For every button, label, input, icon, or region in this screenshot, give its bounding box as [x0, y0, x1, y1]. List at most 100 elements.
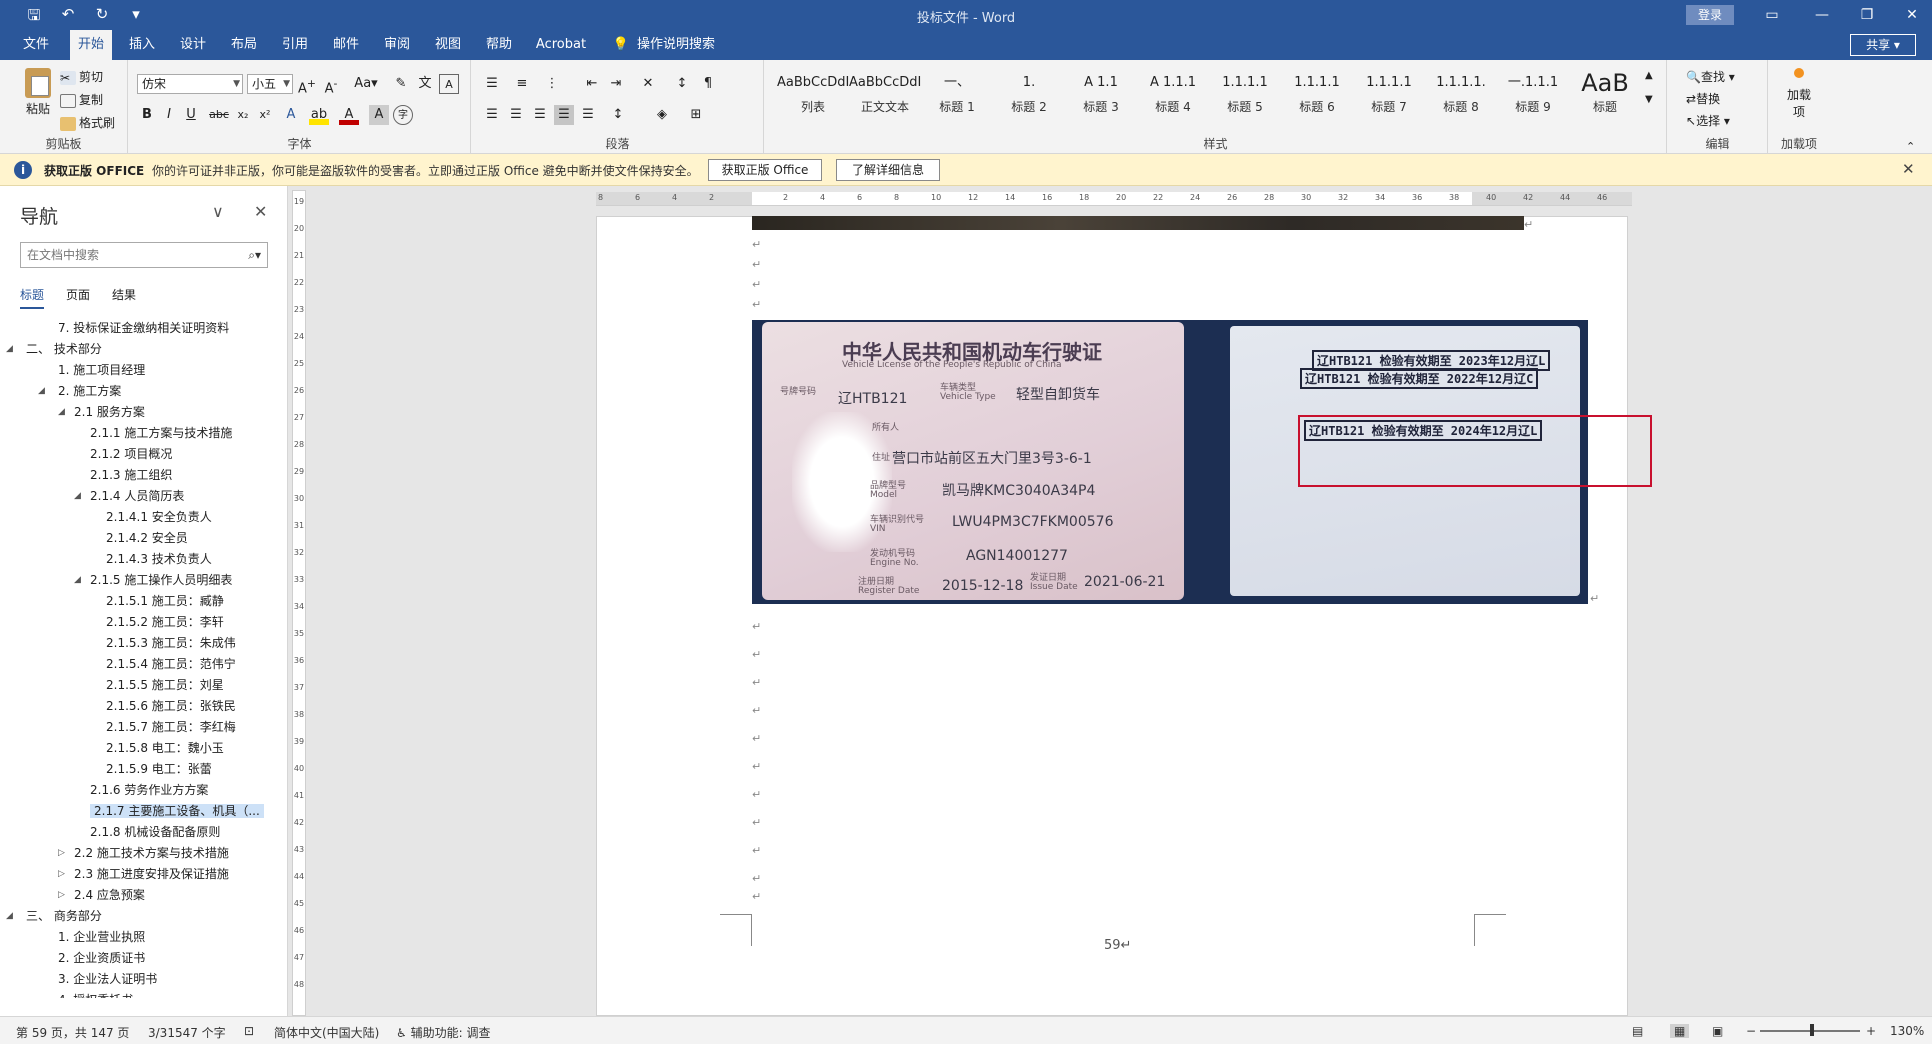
nav-tree-item[interactable]: 2.1.5.7 施工员：李红梅: [106, 717, 236, 737]
style-item[interactable]: 1. 标题 2: [993, 68, 1065, 130]
nav-tab-pages[interactable]: 页面: [66, 286, 90, 309]
paste-button[interactable]: 粘贴: [18, 68, 58, 117]
clear-formatting-icon[interactable]: ✎: [391, 74, 411, 94]
cut-button[interactable]: ✂ 剪切: [60, 68, 103, 85]
copy-button[interactable]: 复制: [60, 91, 103, 108]
read-mode-icon[interactable]: ▤: [1632, 1024, 1643, 1038]
print-layout-icon[interactable]: ▦: [1670, 1024, 1690, 1038]
nav-tree-item[interactable]: 2.1.5.6 施工员：张铁民: [106, 696, 236, 716]
search-icon[interactable]: ⌕▾: [248, 243, 261, 267]
italic-icon[interactable]: I: [159, 105, 179, 125]
distributed-icon[interactable]: ☰: [578, 105, 598, 125]
styles-scroll-up-icon[interactable]: ▲: [1645, 70, 1653, 81]
tab-layout[interactable]: 布局: [226, 30, 262, 60]
nav-tree-item[interactable]: ◢ 三、 商务部分: [6, 906, 102, 926]
tab-help[interactable]: 帮助: [481, 30, 517, 60]
nav-tree-item[interactable]: ◢ 二、 技术部分: [6, 339, 102, 359]
tab-insert[interactable]: 插入: [124, 30, 160, 60]
nav-tree-item[interactable]: 2.1.5.9 电工：张蕾: [106, 759, 212, 779]
highlight-color-icon[interactable]: ab: [309, 105, 329, 125]
character-shading-icon[interactable]: A: [369, 105, 389, 125]
select-button[interactable]: ↖选择 ▾: [1686, 112, 1730, 129]
strikethrough-icon[interactable]: abc: [209, 105, 229, 125]
collapse-icon[interactable]: ◢: [74, 486, 86, 506]
get-genuine-office-button[interactable]: 获取正版 Office: [708, 159, 822, 181]
decrease-indent-icon[interactable]: ⇤: [582, 74, 602, 94]
align-left-icon[interactable]: ☰: [482, 105, 502, 125]
nav-tab-headings[interactable]: 标题: [20, 286, 45, 309]
subscript-icon[interactable]: x₂: [233, 105, 253, 125]
nav-tree-item[interactable]: ◢ 2.1.4 人员简历表: [74, 486, 184, 506]
zoom-slider-thumb[interactable]: [1810, 1024, 1814, 1036]
bullets-icon[interactable]: ☰: [482, 74, 502, 94]
tell-me-search[interactable]: 操作说明搜索: [636, 30, 716, 60]
style-item[interactable]: 1.1.1.1 标题 7: [1353, 68, 1425, 130]
addins-button[interactable]: 加载项: [1783, 66, 1815, 120]
multilevel-list-icon[interactable]: ⋮: [542, 74, 562, 94]
style-item[interactable]: 一.1.1.1 标题 9: [1497, 68, 1569, 130]
nav-tree-item[interactable]: 2.1.4.2 安全员: [106, 528, 188, 548]
close-window-icon[interactable]: ✕: [1900, 4, 1924, 26]
nav-tree-item[interactable]: ▷ 2.4 应急预案: [58, 885, 145, 905]
login-button[interactable]: 登录: [1686, 5, 1734, 25]
line-spacing-icon[interactable]: ↕: [608, 105, 628, 125]
align-center-icon[interactable]: ☰: [506, 105, 526, 125]
nav-tree-item[interactable]: 2.1.6 劳务作业方方案: [90, 780, 208, 800]
expand-icon[interactable]: ▷: [58, 864, 70, 884]
font-size-combo[interactable]: 小五 ▼: [247, 74, 293, 94]
bold-icon[interactable]: B: [137, 105, 157, 125]
align-right-icon[interactable]: ☰: [530, 105, 550, 125]
nav-tree-item[interactable]: ◢ 2.1.5 施工操作人员明细表: [74, 570, 232, 590]
expand-icon[interactable]: ▷: [58, 843, 70, 863]
nav-tree-item[interactable]: 1. 施工项目经理: [58, 360, 145, 380]
nav-tree-item[interactable]: ▷ 2.3 施工进度安排及保证措施: [58, 864, 229, 884]
nav-tree-item[interactable]: 2.1.5.2 施工员：李轩: [106, 612, 224, 632]
nav-tree-item[interactable]: 2.1.5.3 施工员：朱成伟: [106, 633, 236, 653]
chinese-layout-icon[interactable]: ✕: [638, 74, 658, 94]
character-border-icon[interactable]: A: [439, 74, 459, 94]
accessibility-status[interactable]: ♿ 辅助功能: 调查: [396, 1024, 490, 1041]
nav-tree-item[interactable]: 7. 投标保证金缴纳相关证明资料: [58, 318, 229, 338]
increase-indent-icon[interactable]: ⇥: [606, 74, 626, 94]
tab-file[interactable]: 文件: [18, 30, 54, 60]
nav-tree-item[interactable]: 2.1.5.4 施工员：范伟宁: [106, 654, 236, 674]
style-item[interactable]: AaBbCcDdI 列表: [777, 68, 849, 130]
nav-tree-item[interactable]: 2.1.2 项目概况: [90, 444, 172, 464]
style-item[interactable]: A 1.1 标题 3: [1065, 68, 1137, 130]
style-item[interactable]: 1.1.1.1 标题 6: [1281, 68, 1353, 130]
undo-icon[interactable]: ↶: [58, 5, 78, 30]
style-item[interactable]: 1.1.1.1. 标题 8: [1425, 68, 1497, 130]
learn-more-button[interactable]: 了解详细信息: [836, 159, 940, 181]
proofing-icon[interactable]: ⊡: [244, 1024, 254, 1038]
style-item[interactable]: AaB 标题: [1569, 68, 1641, 130]
replace-button[interactable]: ⇄替换: [1686, 90, 1720, 107]
zoom-in-icon[interactable]: +: [1866, 1024, 1876, 1038]
enclose-characters-icon[interactable]: 字: [393, 105, 413, 125]
underline-icon[interactable]: U: [181, 105, 201, 125]
expand-icon[interactable]: ▷: [58, 885, 70, 905]
collapse-icon[interactable]: ◢: [6, 339, 18, 359]
styles-more-icon[interactable]: ▼: [1645, 94, 1653, 105]
language[interactable]: 简体中文(中国大陆): [274, 1024, 379, 1041]
close-icon[interactable]: ✕: [254, 202, 267, 221]
style-item[interactable]: 一、 标题 1: [921, 68, 993, 130]
nav-tree-item[interactable]: 2.1.1 施工方案与技术措施: [90, 423, 232, 443]
ribbon-display-options-icon[interactable]: ▭: [1760, 4, 1784, 26]
nav-tree-item[interactable]: ◢ 2. 施工方案: [38, 381, 121, 401]
text-effects-icon[interactable]: A: [281, 105, 301, 125]
redo-icon[interactable]: ↻: [92, 5, 112, 30]
find-button[interactable]: 🔍查找 ▾: [1686, 68, 1735, 85]
nav-search-input[interactable]: 在文档中搜索 ⌕▾: [20, 242, 268, 268]
grow-font-icon[interactable]: A+: [297, 74, 317, 96]
nav-tree-item[interactable]: 2.1.7 主要施工设备、机具（...: [90, 801, 264, 821]
nav-tree-item[interactable]: 2.1.5.8 电工：魏小玉: [106, 738, 224, 758]
style-item[interactable]: 1.1.1.1 标题 5: [1209, 68, 1281, 130]
share-button[interactable]: 共享 ▾: [1850, 34, 1916, 56]
minimize-icon[interactable]: —: [1810, 4, 1834, 26]
save-icon[interactable]: 🖫: [24, 5, 44, 30]
nav-tree-item[interactable]: 1. 企业营业执照: [58, 927, 145, 947]
nav-tree-item[interactable]: 2.1.5.1 施工员：臧静: [106, 591, 224, 611]
tab-acrobat[interactable]: Acrobat: [532, 30, 590, 60]
web-layout-icon[interactable]: ▣: [1712, 1024, 1723, 1038]
numbering-icon[interactable]: ≡: [512, 74, 532, 94]
